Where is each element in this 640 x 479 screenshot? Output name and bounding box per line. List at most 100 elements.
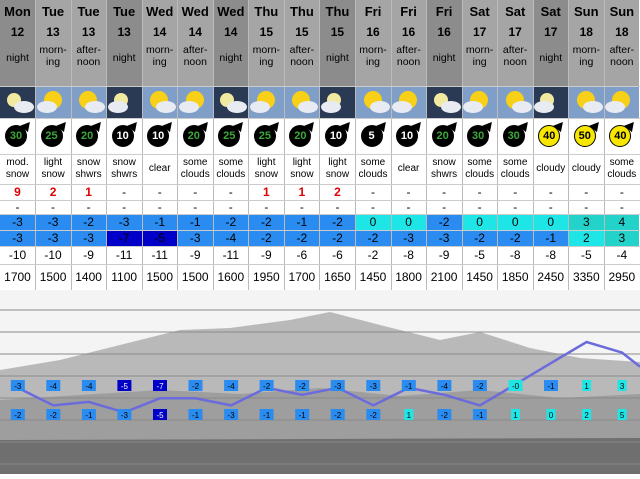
row-divider bbox=[0, 184, 640, 185]
wind-cell: 25 bbox=[36, 118, 71, 154]
freezing-level-chart: -3 -4 -4 -5 -7 -2 -4 -2 -2 -3 -3 -1 -4 -2 -0 -1 1 3 -2 -2 -1… bbox=[0, 290, 640, 474]
min-temperature: -2 bbox=[497, 230, 533, 246]
min-temperature: -5 bbox=[142, 230, 178, 246]
day-date: 15 bbox=[295, 25, 309, 39]
period-label-line: noon bbox=[610, 56, 634, 68]
period-label-line: night bbox=[432, 52, 456, 64]
wind-cell: 5 bbox=[356, 118, 391, 154]
wind-cell: 10 bbox=[391, 118, 426, 154]
period-label: night bbox=[107, 52, 142, 64]
period-label-line: noon bbox=[396, 56, 421, 68]
period-header: Fri 16 after-noon bbox=[391, 0, 427, 86]
wind-cell: 20 bbox=[178, 118, 213, 154]
min-temperature: -2 bbox=[462, 230, 498, 246]
period-label-line: after- bbox=[182, 44, 208, 56]
freezing-level: 1100 bbox=[111, 270, 138, 284]
row-divider bbox=[0, 118, 640, 119]
lower-temperature-label: -1 bbox=[299, 411, 307, 420]
weather-icon-cell bbox=[35, 86, 71, 118]
rain-amount: - bbox=[228, 200, 233, 214]
period-header: Sun 18 after-noon bbox=[604, 0, 640, 86]
day-date: 16 bbox=[401, 25, 416, 39]
period-label-line: noon bbox=[290, 56, 314, 68]
freezing-level: 1950 bbox=[252, 270, 280, 284]
day-date: 14 bbox=[188, 25, 202, 39]
min-temperature: -1 bbox=[533, 230, 569, 246]
period-label-line: morn- bbox=[39, 44, 67, 56]
period-label-line: night bbox=[539, 52, 563, 64]
weather-summary: some clouds bbox=[462, 154, 497, 184]
sun-cloud-icon bbox=[462, 86, 498, 118]
weather-icon-cell bbox=[71, 86, 107, 118]
weather-summary-line: mod. bbox=[6, 157, 29, 168]
day-name: Fri bbox=[435, 4, 453, 19]
day-name: Thu bbox=[254, 4, 279, 19]
freezing-level: 2450 bbox=[537, 270, 565, 284]
freezing-level: 1650 bbox=[324, 270, 351, 284]
max-temperature: -1 bbox=[284, 214, 320, 230]
freezing-level: 1450 bbox=[466, 270, 493, 284]
period-header: Thu 15 night bbox=[319, 0, 355, 86]
period-header: Sat 17 morn-ing bbox=[462, 0, 498, 86]
weather-icon-cell bbox=[248, 86, 284, 118]
row-divider bbox=[0, 230, 640, 231]
rain-amount: - bbox=[86, 200, 91, 214]
day-name: Tue bbox=[41, 4, 65, 19]
upper-temperature-label: -3 bbox=[14, 382, 22, 391]
weather-summary: clear bbox=[142, 154, 177, 184]
min-temperature: -2 bbox=[355, 230, 391, 246]
period-label-line: night bbox=[326, 52, 349, 64]
freezing-level: 1500 bbox=[146, 270, 174, 284]
weather-summary-line: some bbox=[218, 157, 244, 168]
upper-temperature-label: -2 bbox=[299, 382, 307, 391]
wind-chill: -9 bbox=[83, 248, 94, 262]
day-name: Wed bbox=[181, 4, 209, 19]
period-header: Sat 17 night bbox=[533, 0, 569, 86]
period-header: Wed 14 after-noon bbox=[177, 0, 213, 86]
upper-temperature-label: -2 bbox=[476, 382, 484, 391]
snow-amount: 1 bbox=[263, 185, 270, 199]
row-divider bbox=[0, 200, 640, 201]
wind-cell: 25 bbox=[213, 118, 248, 154]
weather-summary-line: clouds bbox=[465, 169, 495, 180]
period-label: morn-ing bbox=[142, 44, 177, 68]
day-date: 17 bbox=[508, 25, 522, 39]
wind-cell: 30 bbox=[498, 118, 533, 154]
weather-summary-line: snow bbox=[41, 169, 65, 180]
wind-chill: -5 bbox=[580, 248, 592, 262]
day-name: Wed bbox=[217, 4, 245, 19]
freezing-level: 1500 bbox=[181, 270, 209, 284]
min-temperature: -3 bbox=[35, 230, 71, 246]
rain-amount: - bbox=[157, 200, 162, 214]
snow-amount: 1 bbox=[298, 185, 306, 199]
snow-amount: - bbox=[228, 185, 233, 199]
period-label-line: after- bbox=[502, 44, 528, 56]
day-date: 13 bbox=[46, 25, 60, 39]
period-label: after-noon bbox=[604, 44, 639, 68]
weather-summary-line: snow bbox=[432, 157, 456, 168]
lower-temperature-label: 0 bbox=[549, 411, 554, 420]
max-temperature: 0 bbox=[497, 214, 533, 230]
lower-temperature-label: -3 bbox=[121, 411, 129, 420]
min-temperature: -2 bbox=[319, 230, 355, 246]
min-temperature: 3 bbox=[604, 230, 640, 246]
upper-temperature-label: -2 bbox=[263, 382, 271, 391]
wind-chill: -9 bbox=[438, 248, 450, 262]
upper-temperature-label: -4 bbox=[85, 382, 93, 391]
period-label: night bbox=[427, 52, 462, 64]
upper-temperature-label: 1 bbox=[584, 382, 589, 391]
period-label-line: noon bbox=[503, 56, 527, 68]
rain-amount: - bbox=[442, 200, 447, 214]
sun-cloud-icon bbox=[142, 86, 178, 118]
lower-temperature-label: 1 bbox=[407, 411, 412, 420]
period-header: Sun 18 morn-ing bbox=[568, 0, 604, 86]
period-label: after-noon bbox=[391, 44, 426, 68]
night-cloud-icon bbox=[106, 86, 142, 118]
day-name: Thu bbox=[325, 4, 350, 19]
weather-summary: clear bbox=[391, 154, 426, 184]
weather-summary-line: light bbox=[43, 157, 63, 168]
max-temperature: 3 bbox=[568, 214, 604, 230]
sun-cloud-icon bbox=[177, 86, 213, 118]
night-cloud-icon bbox=[213, 86, 249, 118]
lower-temperature-label: -2 bbox=[334, 411, 342, 420]
